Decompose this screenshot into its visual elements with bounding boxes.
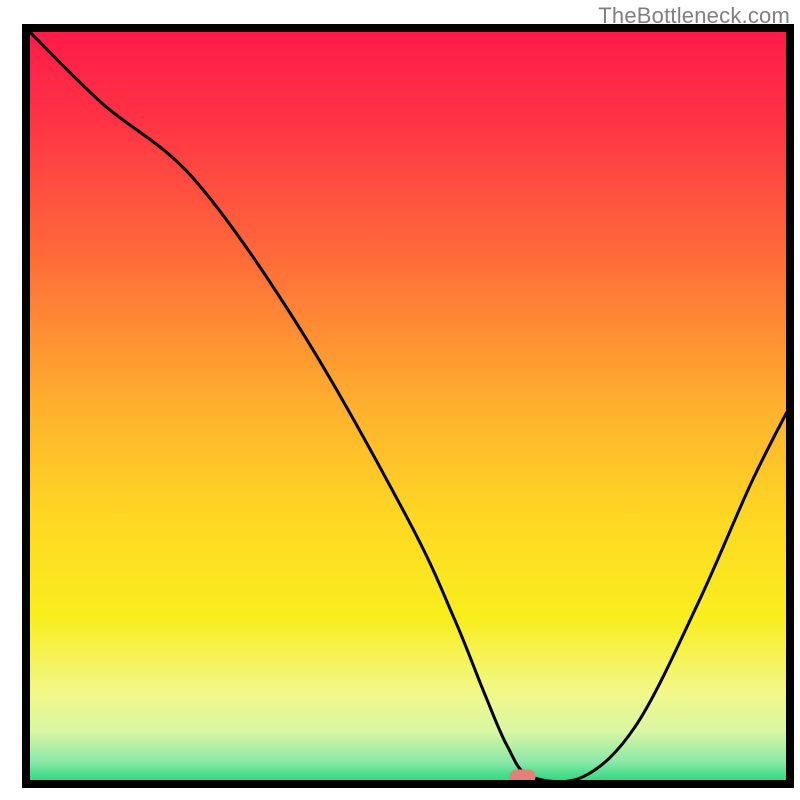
chart-container: TheBottleneck.com xyxy=(0,0,800,800)
bottleneck-chart xyxy=(0,0,800,800)
gradient-background xyxy=(26,28,790,784)
watermark-text: TheBottleneck.com xyxy=(598,3,790,29)
